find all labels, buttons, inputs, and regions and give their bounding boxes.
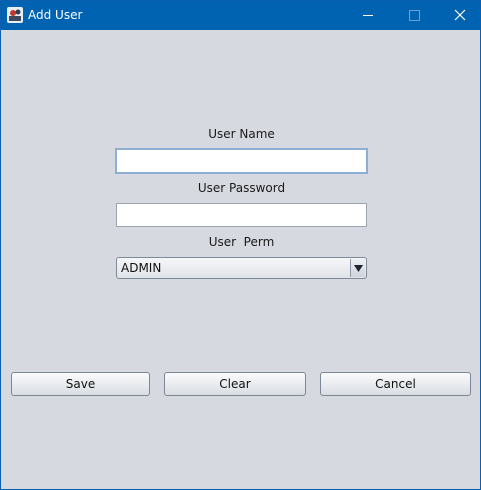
minimize-icon: [363, 15, 373, 16]
user-perm-select[interactable]: ADMIN: [116, 257, 367, 279]
save-button[interactable]: Save: [11, 372, 150, 396]
user-perm-label: User Perm: [208, 235, 275, 249]
close-icon: [454, 9, 466, 21]
user-password-label: User Password: [197, 181, 286, 195]
user-perm-selected-value: ADMIN: [121, 261, 162, 275]
java-app-icon: [7, 7, 23, 23]
dropdown-arrow-button[interactable]: [350, 259, 365, 277]
user-name-label: User Name: [208, 127, 275, 141]
user-name-input[interactable]: [115, 148, 368, 174]
user-password-input[interactable]: [116, 203, 367, 227]
maximize-icon: [409, 10, 420, 21]
close-button[interactable]: [436, 1, 481, 30]
add-user-window: Add User User Name User Password User Pe…: [0, 0, 481, 490]
window-title: Add User: [28, 8, 83, 22]
title-bar[interactable]: Add User: [1, 1, 480, 30]
minimize-button[interactable]: [345, 1, 391, 30]
maximize-button[interactable]: [391, 1, 437, 30]
clear-button[interactable]: Clear: [164, 372, 306, 396]
chevron-down-icon: [354, 265, 363, 272]
cancel-button[interactable]: Cancel: [320, 372, 471, 396]
